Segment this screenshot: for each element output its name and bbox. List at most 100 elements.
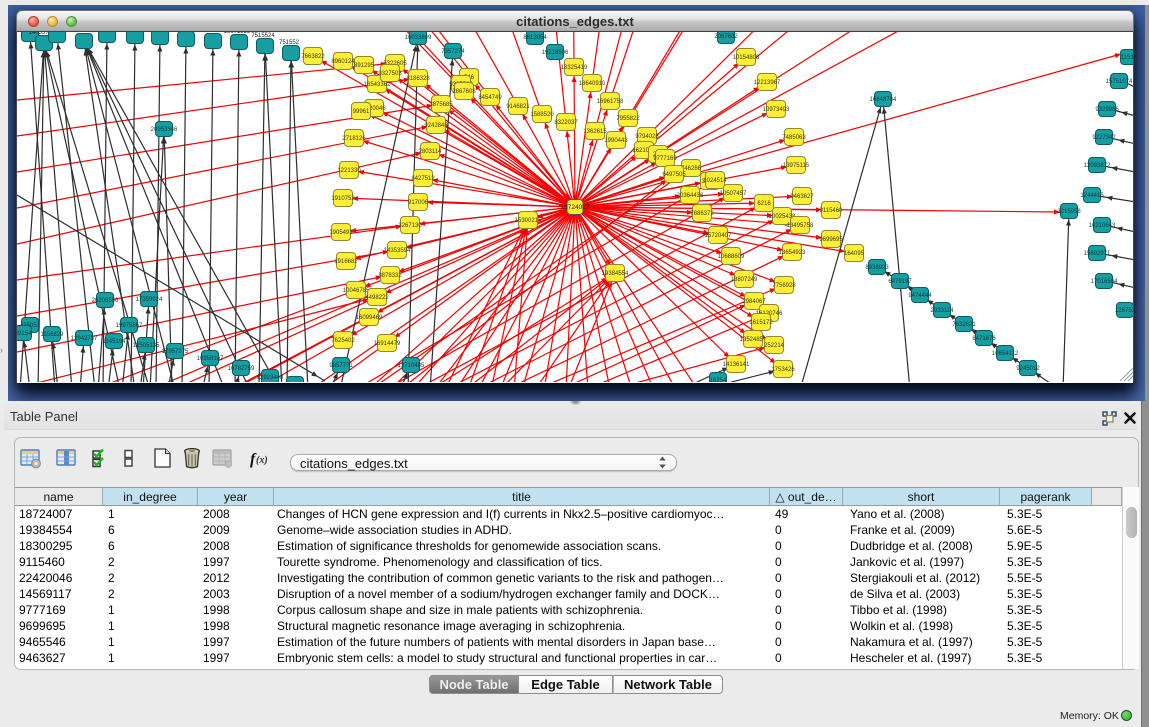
svg-text:8427512: 8427512: [411, 176, 435, 182]
svg-text:9146821: 9146821: [506, 104, 530, 110]
svg-text:2803114: 2803114: [419, 149, 443, 155]
svg-text:7756928: 7756928: [772, 283, 796, 289]
svg-text:9474444: 9474444: [908, 293, 932, 299]
svg-text:1910753: 1910753: [331, 196, 355, 202]
svg-text:751552: 751552: [279, 40, 300, 46]
svg-text:9857771: 9857771: [329, 363, 353, 369]
svg-text:19975867: 19975867: [116, 323, 143, 329]
svg-text:17957275: 17957275: [162, 349, 189, 355]
svg-text:15720407: 15720407: [705, 233, 732, 239]
svg-text:8878332: 8878332: [378, 273, 402, 279]
svg-text:20691406: 20691406: [69, 32, 96, 34]
svg-text:9327503: 9327503: [378, 71, 402, 77]
svg-text:1916682: 1916682: [334, 259, 358, 265]
svg-text:16254: 16254: [710, 378, 727, 382]
svg-text:10973493: 10973493: [763, 107, 790, 113]
svg-text:10507457: 10507457: [720, 191, 747, 197]
svg-text:1145194: 1145194: [103, 339, 127, 345]
svg-text:917006: 917006: [408, 200, 429, 206]
svg-text:26206556: 26206556: [92, 298, 119, 304]
svg-text:3267130: 3267130: [398, 223, 422, 229]
svg-text:12942757: 12942757: [71, 336, 98, 342]
svg-text:13975115: 13975115: [783, 163, 810, 169]
svg-text:10688609: 10688609: [718, 254, 745, 260]
svg-text:9699695: 9699695: [819, 237, 843, 243]
svg-text:17359924: 17359924: [136, 297, 163, 303]
svg-text:10958107: 10958107: [197, 356, 224, 362]
svg-text:18807249: 18807249: [731, 277, 758, 283]
svg-text:164095: 164095: [844, 251, 865, 257]
svg-text:9115460: 9115460: [820, 208, 844, 214]
svg-text:18724007: 18724007: [561, 204, 590, 211]
svg-text:2087682: 2087682: [714, 34, 738, 40]
svg-text:7515524: 7515524: [251, 33, 275, 39]
svg-text:252214: 252214: [764, 343, 785, 349]
svg-text:7663822: 7663822: [301, 54, 325, 60]
svg-text:8813054: 8813054: [523, 35, 547, 41]
svg-text:8186328: 8186328: [406, 76, 430, 82]
svg-text:10719155: 10719155: [198, 32, 225, 34]
svg-text:16033809: 16033809: [405, 35, 432, 41]
svg-text:1615172: 1615172: [749, 320, 773, 326]
svg-text:1156829: 1156829: [41, 332, 65, 338]
svg-text:12923448: 12923448: [257, 375, 284, 381]
svg-text:16961758: 16961758: [597, 99, 624, 105]
svg-text:14136141: 14136141: [723, 362, 750, 368]
svg-text:1905493: 1905493: [329, 230, 353, 236]
svg-text:10654112: 10654112: [992, 351, 1019, 357]
svg-text:9794028: 9794028: [635, 134, 659, 140]
svg-text:11510: 11510: [1121, 55, 1134, 61]
svg-text:99961: 99961: [353, 109, 370, 115]
svg-text:891295: 891295: [354, 63, 375, 69]
svg-text:18640910: 18640910: [579, 81, 606, 87]
svg-text:20953346: 20953346: [151, 127, 178, 133]
svg-text:19218506: 19218506: [542, 50, 569, 56]
svg-text:2867608: 2867608: [452, 89, 476, 95]
svg-text:8938923: 8938923: [865, 265, 889, 271]
svg-text:9329966: 9329966: [1095, 107, 1119, 113]
svg-text:(x): (x): [256, 455, 268, 466]
svg-text:8471676: 8471676: [972, 336, 996, 342]
svg-text:7625402: 7625402: [331, 338, 355, 344]
svg-text:19384554: 19384554: [602, 271, 629, 277]
svg-text:7632621: 7632621: [952, 322, 976, 328]
svg-text:7485063: 7485063: [782, 135, 806, 141]
svg-text:1990443: 1990443: [604, 138, 628, 144]
svg-text:1244415: 1244415: [1080, 193, 1104, 199]
svg-text:15300215: 15300215: [515, 218, 542, 224]
svg-text:1024514: 1024514: [703, 178, 727, 184]
svg-text:15692971: 15692971: [1084, 251, 1111, 257]
svg-text:6216: 6216: [757, 201, 771, 207]
svg-text:1588520: 1588520: [530, 112, 554, 118]
svg-text:12093872: 12093872: [1084, 163, 1111, 169]
svg-text:8960124: 8960124: [331, 59, 355, 65]
svg-text:16648784: 16648784: [870, 97, 897, 103]
svg-text:7357274: 7357274: [441, 49, 465, 55]
svg-text:13524851: 13524851: [740, 337, 767, 343]
svg-text:3215958: 3215958: [1057, 209, 1081, 215]
svg-text:126753: 126753: [1115, 308, 1134, 314]
svg-text:17016504: 17016504: [1091, 279, 1118, 285]
svg-text:16099469: 16099469: [356, 315, 383, 321]
svg-text:7886372: 7886372: [690, 211, 714, 217]
svg-text:8454749: 8454749: [478, 95, 502, 101]
svg-text:4498222: 4498222: [365, 295, 389, 301]
svg-text:9245012: 9245012: [1016, 366, 1040, 372]
svg-text:9242848: 9242848: [424, 123, 448, 129]
svg-text:7955822: 7955822: [616, 116, 640, 122]
svg-text:14353594: 14353594: [384, 248, 411, 254]
svg-text:13654923: 13654923: [779, 250, 806, 256]
svg-text:8322037: 8322037: [554, 120, 578, 126]
svg-text:16543362: 16543362: [364, 82, 391, 88]
svg-text:13325419: 13325419: [561, 65, 588, 71]
svg-text:9227342: 9227342: [1092, 135, 1116, 141]
svg-text:6497505: 6497505: [662, 172, 686, 178]
svg-text:10046785: 10046785: [343, 288, 370, 294]
svg-text:13710485: 13710485: [398, 363, 425, 369]
svg-text:16210643: 16210643: [1089, 223, 1116, 229]
svg-text:15751074: 15751074: [1106, 79, 1133, 85]
svg-text:12505135: 12505135: [133, 343, 160, 349]
svg-text:39154: 39154: [17, 331, 32, 337]
svg-text:16782759: 16782759: [228, 366, 255, 372]
svg-text:2718126: 2718126: [342, 136, 366, 142]
